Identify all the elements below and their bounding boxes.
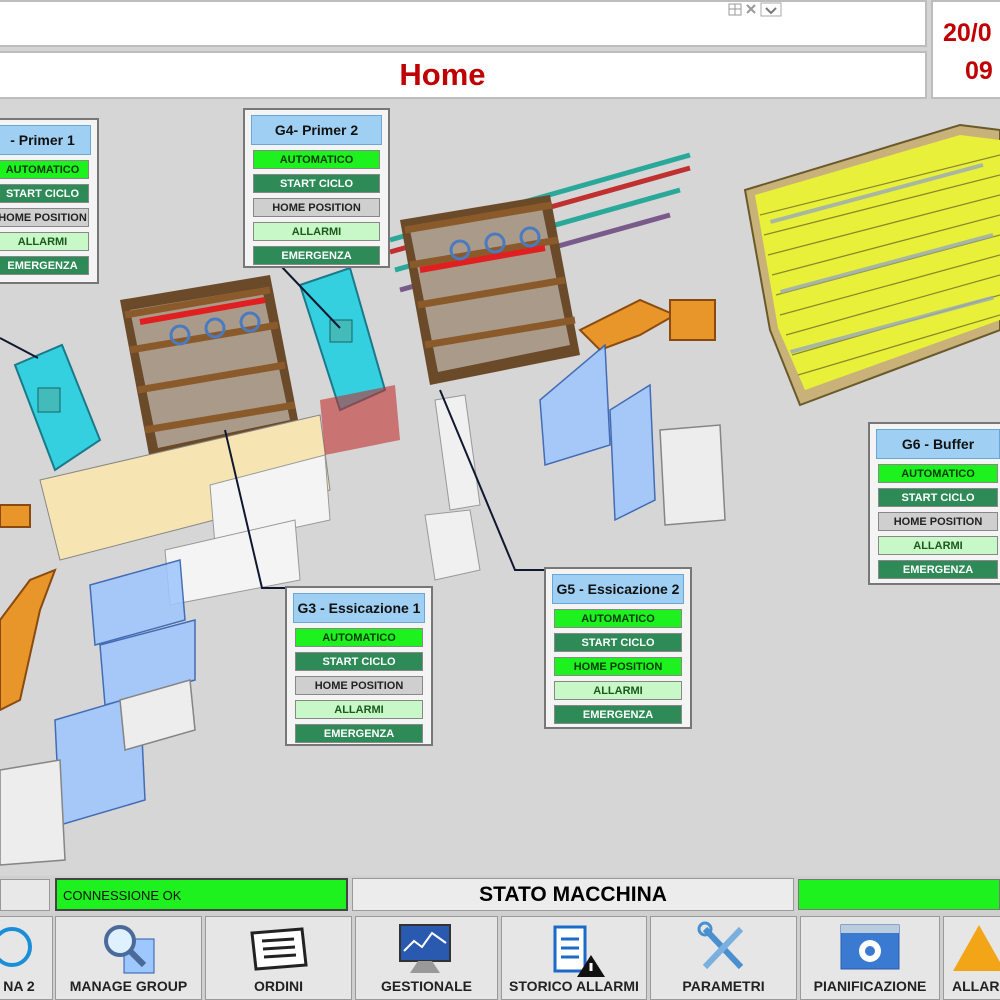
plant-3d-illustration [0,123,1000,866]
nav-button-na2[interactable]: NA 2 [0,916,53,1000]
group-panel-g1: - Primer 1 AUTOMATICO START CICLO HOME P… [0,118,99,284]
home-position-button[interactable]: HOME POSITION [878,512,998,531]
group-title: - Primer 1 [0,125,91,155]
allarmi-button[interactable]: ALLARMI [295,700,423,719]
nav-label: ALLAR [952,978,1000,994]
nav-button-manage-group[interactable]: MANAGE GROUP [55,916,202,1000]
nav-button-pianificazione[interactable]: PIANIFICAZIONE [800,916,940,1000]
automatico-button[interactable]: AUTOMATICO [253,150,380,169]
clipboard-list-icon [249,927,308,971]
header-bar [0,0,927,47]
group-title: G4- Primer 2 [251,115,382,145]
info-icon [0,927,32,967]
nav-label: PIANIFICAZIONE [813,978,927,994]
nav-button-parametri[interactable]: PARAMETRI [650,916,797,1000]
nav-label: MANAGE GROUP [69,978,188,994]
allarmi-button[interactable]: ALLARMI [554,681,682,700]
group-title: G6 - Buffer [876,429,1000,459]
gear-window-icon [840,924,900,970]
home-position-button[interactable]: HOME POSITION [253,198,380,217]
window-controls[interactable] [727,2,785,18]
allarmi-button[interactable]: ALLARMI [253,222,380,241]
home-position-button[interactable]: HOME POSITION [0,208,89,227]
nav-label: ORDINI [254,978,303,994]
group-title: G3 - Essicazione 1 [293,593,425,623]
start-ciclo-button[interactable]: START CICLO [878,488,998,507]
allarmi-button[interactable]: ALLARMI [878,536,998,555]
automatico-button[interactable]: AUTOMATICO [295,628,423,647]
status-bar: CONNESSIONE OK STATO MACCHINA [0,876,1000,914]
nav-label: STORICO ALLARMI [509,978,639,994]
bottom-navigation: NA 2 MANAGE GROUP ORDINI GESTIONALE STOR… [0,914,1000,1000]
nav-label: GESTIONALE [380,978,472,994]
nav-button-gestionale[interactable]: GESTIONALE [355,916,498,1000]
group-panel-g5: G5 - Essicazione 2 AUTOMATICO START CICL… [544,567,692,729]
nav-button-storico-allarmi[interactable]: STORICO ALLARMI [501,916,647,1000]
time-text: 09 [965,57,993,85]
monitor-chart-icon [398,924,451,973]
datetime-display: 20/0 09 [931,0,1000,99]
plant-layout-view: - Primer 1 AUTOMATICO START CICLO HOME P… [0,100,1000,875]
nav-label: NA 2 [3,978,35,994]
machine-state-label: STATO MACCHINA [352,878,794,911]
start-ciclo-button[interactable]: START CICLO [0,184,89,203]
group-panel-g6: G6 - Buffer AUTOMATICO START CICLO HOME … [868,422,1000,585]
automatico-button[interactable]: AUTOMATICO [554,609,682,628]
page-title: Home [0,51,927,99]
emergenza-button[interactable]: EMERGENZA [0,256,89,275]
emergenza-button[interactable]: EMERGENZA [253,246,380,265]
emergenza-button[interactable]: EMERGENZA [295,724,423,743]
start-ciclo-button[interactable]: START CICLO [295,652,423,671]
tools-icon [697,921,743,970]
home-position-button[interactable]: HOME POSITION [295,676,423,695]
group-panel-g3: G3 - Essicazione 1 AUTOMATICO START CICL… [285,586,433,746]
start-ciclo-button[interactable]: START CICLO [253,174,380,193]
group-panel-g4: G4- Primer 2 AUTOMATICO START CICLO HOME… [243,108,390,268]
buffer-rack-illustration [743,123,1000,407]
home-position-button[interactable]: HOME POSITION [554,657,682,676]
emergenza-button[interactable]: EMERGENZA [878,560,998,579]
automatico-button[interactable]: AUTOMATICO [878,464,998,483]
nav-button-allarmi[interactable]: ALLAR [943,916,1000,1000]
allarmi-button[interactable]: ALLARMI [0,232,89,251]
date-text: 20/0 [943,19,992,47]
connection-status: CONNESSIONE OK [55,878,348,911]
checklist-warning-icon [553,925,605,977]
nav-button-ordini[interactable]: ORDINI [205,916,352,1000]
magnifier-icon [103,925,154,974]
nav-label: PARAMETRI [682,978,765,994]
group-title: G5 - Essicazione 2 [552,574,684,604]
start-ciclo-button[interactable]: START CICLO [554,633,682,652]
automatico-button[interactable]: AUTOMATICO [0,160,89,179]
warning-icon [953,925,1000,971]
emergenza-button[interactable]: EMERGENZA [554,705,682,724]
machine-state-indicator [798,879,1000,910]
status-left-cell [0,879,50,911]
